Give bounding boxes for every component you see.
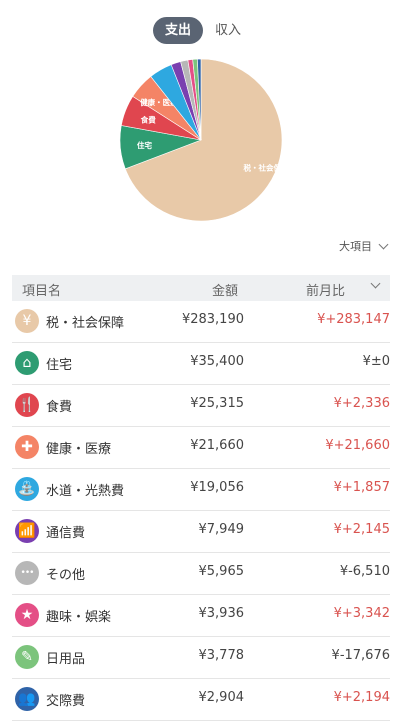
table-row[interactable]: 🍴 食費 ¥25,315 ¥+2,336 [12, 385, 390, 427]
category-name: 住宅 [46, 358, 73, 373]
category-diff: ¥-17,676 [331, 648, 390, 663]
category-name: 趣味・娯楽 [46, 610, 112, 625]
category-amount: ¥21,660 [190, 438, 244, 453]
more-dots-icon: ••• [15, 561, 39, 585]
fork-knife-icon: 🍴 [15, 393, 39, 417]
table-row[interactable]: ⌂ 住宅 ¥35,400 ¥±0 [12, 343, 390, 385]
category-name: 日用品 [46, 652, 86, 667]
antenna-icon: 📶 [15, 519, 39, 543]
chevron-down-icon [370, 278, 381, 289]
category-amount: ¥19,056 [190, 480, 244, 495]
category-amount: ¥25,315 [190, 396, 244, 411]
category-level-label: 大項目 [339, 240, 372, 253]
faucet-icon: ⛲ [15, 477, 39, 501]
category-amount: ¥3,936 [198, 606, 245, 621]
toothbrush-icon: ✎ [15, 645, 39, 669]
pie-slice-label: 税・社会保障 [244, 163, 289, 173]
table-row[interactable]: 👥 交際費 ¥2,904 ¥+2,194 [12, 679, 390, 721]
category-amount: ¥5,965 [198, 564, 245, 579]
category-name: 通信費 [46, 526, 86, 541]
medical-cross-icon: ✚ [15, 435, 39, 459]
category-diff: ¥+1,857 [333, 480, 390, 495]
house-icon: ⌂ [15, 351, 39, 375]
pie-slice-label: 住宅 [137, 140, 152, 150]
table-row[interactable]: ⛲ 水道・光熱費 ¥19,056 ¥+1,857 [12, 469, 390, 511]
category-name: 交際費 [46, 694, 86, 709]
table-row[interactable]: ✎ 日用品 ¥3,778 ¥-17,676 [12, 637, 390, 679]
pie-slice-label: 食費 [141, 114, 156, 124]
category-diff: ¥+283,147 [317, 312, 390, 327]
category-diff: ¥+2,194 [333, 690, 390, 705]
category-amount: ¥2,904 [198, 690, 245, 705]
category-diff: ¥+2,145 [333, 522, 390, 537]
category-name: その他 [46, 568, 86, 583]
category-amount: ¥3,778 [198, 648, 245, 663]
category-name: 税・社会保障 [46, 316, 125, 331]
category-diff: ¥+3,342 [333, 606, 390, 621]
table-header: 項目名 金額 前月比 [12, 275, 390, 301]
category-name: 食費 [46, 400, 73, 415]
category-diff: ¥-6,510 [339, 564, 390, 579]
table-row[interactable]: ¥ 税・社会保障 ¥283,190 ¥+283,147 [12, 301, 390, 343]
category-amount: ¥7,949 [198, 522, 245, 537]
people-icon: 👥 [15, 687, 39, 711]
chevron-down-icon [378, 239, 389, 249]
star-icon: ★ [15, 603, 39, 627]
category-name: 水道・光熱費 [46, 484, 125, 499]
category-list: ¥ 税・社会保障 ¥283,190 ¥+283,147 ⌂ 住宅 ¥35,400… [12, 301, 390, 721]
table-row[interactable]: ★ 趣味・娯楽 ¥3,936 ¥+3,342 [12, 595, 390, 637]
table-row[interactable]: ••• その他 ¥5,965 ¥-6,510 [12, 553, 390, 595]
category-diff: ¥±0 [362, 354, 390, 369]
col-amount-header: 金額 [212, 284, 239, 299]
coins-icon: ¥ [15, 309, 39, 333]
category-pie-chart: 税・社会保障住宅食費健康・医療 [119, 58, 289, 222]
category-amount: ¥35,400 [190, 354, 244, 369]
category-diff: ¥+21,660 [325, 438, 390, 453]
category-amount: ¥283,190 [181, 312, 244, 327]
table-row[interactable]: 📶 通信費 ¥7,949 ¥+2,145 [12, 511, 390, 553]
table-row[interactable]: ✚ 健康・医療 ¥21,660 ¥+21,660 [12, 427, 390, 469]
col-name-header: 項目名 [22, 284, 62, 299]
category-name: 健康・医療 [46, 442, 112, 457]
category-level-select[interactable]: 大項目 [339, 238, 389, 254]
col-prev-header[interactable]: 前月比 [306, 280, 345, 299]
category-diff: ¥+2,336 [333, 396, 390, 411]
